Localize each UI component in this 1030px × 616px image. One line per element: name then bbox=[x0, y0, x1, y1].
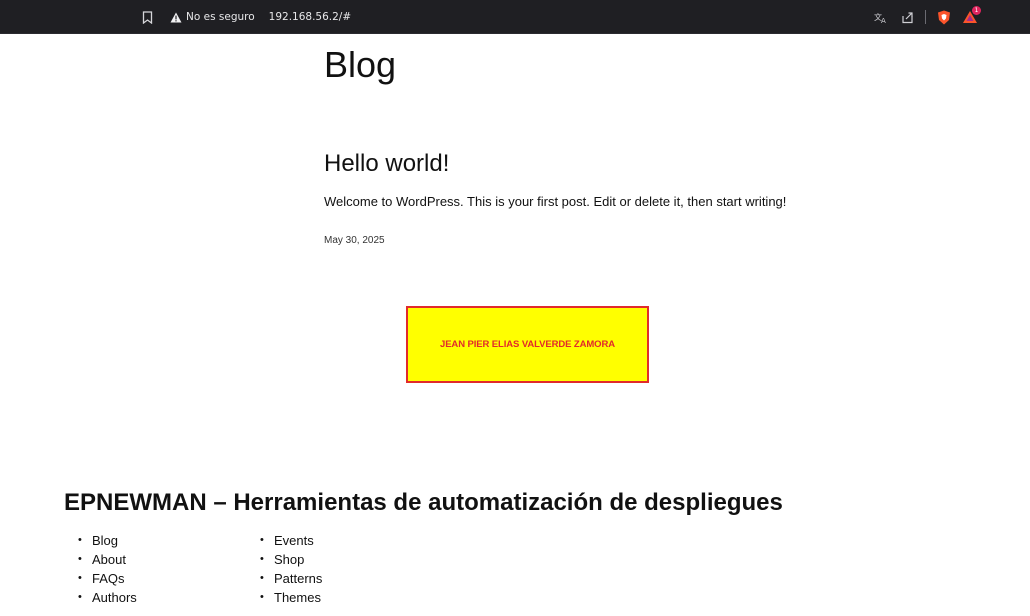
translate-icon[interactable]: 文A bbox=[873, 9, 889, 25]
footer-nav-patterns[interactable]: Patterns bbox=[258, 569, 322, 588]
footer-nav-about[interactable]: About bbox=[76, 550, 137, 569]
brave-shield-icon[interactable] bbox=[936, 9, 952, 25]
footer-nav-authors[interactable]: Authors bbox=[76, 588, 137, 607]
footer-nav-events[interactable]: Events bbox=[258, 531, 322, 550]
bookmark-icon[interactable] bbox=[140, 10, 154, 24]
post-excerpt: Welcome to WordPress. This is your first… bbox=[324, 194, 787, 209]
url-text[interactable]: 192.168.56.2/# bbox=[269, 11, 351, 23]
toolbar-divider bbox=[925, 10, 926, 24]
footer-nav-themes[interactable]: Themes bbox=[258, 588, 322, 607]
svg-text:A: A bbox=[881, 17, 886, 24]
browser-toolbar: No es seguro 192.168.56.2/# 文A 1 bbox=[0, 0, 1030, 34]
warning-icon[interactable] bbox=[170, 11, 182, 23]
footer-nav-column-1: Blog About FAQs Authors bbox=[76, 531, 137, 607]
footer-nav-column-2: Events Shop Patterns Themes bbox=[258, 531, 322, 607]
post-date: May 30, 2025 bbox=[324, 235, 385, 246]
footer-nav-faqs[interactable]: FAQs bbox=[76, 569, 137, 588]
site-title[interactable]: EPNEWMAN – Herramientas de automatizació… bbox=[64, 489, 783, 517]
author-name-text: JEAN PIER ELIAS VALVERDE ZAMORA bbox=[440, 339, 615, 350]
share-icon[interactable] bbox=[899, 9, 915, 25]
toolbar-right-icons: 文A 1 bbox=[873, 6, 981, 26]
security-label[interactable]: No es seguro bbox=[186, 11, 255, 23]
address-bar[interactable]: No es seguro 192.168.56.2/# bbox=[140, 6, 1000, 28]
page-title: Blog bbox=[324, 44, 397, 85]
post-title-link[interactable]: Hello world! bbox=[324, 150, 449, 178]
footer-nav-shop[interactable]: Shop bbox=[258, 550, 322, 569]
footer-nav-blog[interactable]: Blog bbox=[76, 531, 137, 550]
rewards-badge: 1 bbox=[972, 6, 981, 15]
highlight-name-box: JEAN PIER ELIAS VALVERDE ZAMORA bbox=[406, 306, 649, 383]
brave-rewards-icon[interactable]: 1 bbox=[962, 6, 981, 25]
